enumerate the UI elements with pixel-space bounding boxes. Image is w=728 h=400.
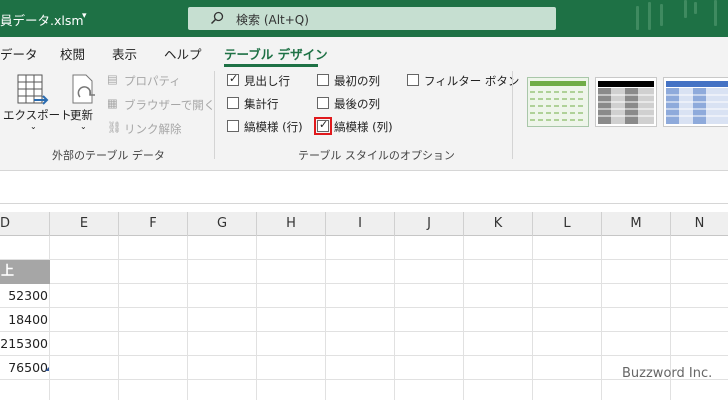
open-in-browser-button[interactable]: ブラウザーで開く bbox=[124, 97, 215, 113]
search-box[interactable]: 検索 (Alt+Q) bbox=[188, 7, 556, 30]
first-column-label: 最初の列 bbox=[334, 74, 380, 88]
properties-icon: ▤ bbox=[107, 72, 118, 86]
search-input[interactable]: 検索 (Alt+Q) bbox=[236, 11, 309, 28]
row-line bbox=[0, 355, 728, 356]
column-header-f[interactable]: F bbox=[119, 212, 188, 236]
decorative-stripe bbox=[648, 2, 651, 30]
header-row-label: 見出し行 bbox=[244, 74, 290, 88]
table-cell[interactable]: 215300 bbox=[0, 332, 48, 356]
total-row-checkbox[interactable] bbox=[227, 97, 239, 109]
column-line bbox=[187, 236, 188, 400]
watermark: Buzzword Inc. bbox=[622, 366, 713, 381]
column-header-m[interactable]: M bbox=[602, 212, 671, 236]
table-style-preview bbox=[530, 81, 586, 121]
column-headers: D E F G H I J K L M N bbox=[0, 212, 728, 236]
check-icon: ✓ bbox=[229, 72, 239, 85]
export-icon bbox=[17, 74, 49, 105]
first-column-checkbox[interactable] bbox=[317, 74, 329, 86]
browser-icon: ▦ bbox=[107, 96, 118, 110]
column-line bbox=[463, 236, 464, 400]
header-row-checkbox[interactable]: ✓ bbox=[227, 72, 239, 86]
row-line bbox=[0, 331, 728, 332]
table-style-black[interactable] bbox=[595, 77, 657, 127]
table-cell[interactable]: 52300 bbox=[0, 284, 48, 308]
ribbon-tabs: データ 校閲 表示 ヘルプ テーブル デザイン bbox=[0, 37, 728, 67]
row-line bbox=[0, 307, 728, 308]
filter-button-checkbox[interactable] bbox=[407, 74, 419, 86]
column-header-k[interactable]: K bbox=[464, 212, 533, 236]
properties-button[interactable]: プロパティ bbox=[124, 73, 181, 89]
row-line bbox=[0, 379, 728, 380]
group-divider bbox=[214, 71, 215, 159]
search-icon bbox=[210, 11, 224, 25]
table-header-cell[interactable]: 上 bbox=[0, 260, 50, 284]
last-column-label: 最後の列 bbox=[334, 97, 380, 111]
column-line bbox=[118, 236, 119, 400]
workbook-title: 員データ.xlsm bbox=[0, 13, 84, 28]
table-resize-handle[interactable] bbox=[45, 367, 49, 371]
unlink-button[interactable]: リンク解除 bbox=[124, 121, 182, 137]
table-style-green[interactable] bbox=[527, 77, 589, 127]
export-button[interactable]: エクスポート ⌄ bbox=[0, 67, 72, 137]
title-chevron-down-icon[interactable]: ▾ bbox=[82, 11, 87, 21]
column-header-e[interactable]: E bbox=[50, 212, 119, 236]
title-bar: 員データ.xlsm ▾ 検索 (Alt+Q) bbox=[0, 0, 728, 37]
column-header-i[interactable]: I bbox=[326, 212, 395, 236]
tab-data[interactable]: データ bbox=[0, 44, 38, 63]
banded-columns-label: 縞模様 (列) bbox=[334, 120, 393, 134]
table-cell[interactable]: 76500 bbox=[0, 356, 48, 380]
column-header-n[interactable]: N bbox=[671, 212, 728, 236]
column-header-g[interactable]: G bbox=[188, 212, 257, 236]
table-style-preview bbox=[666, 81, 728, 124]
formula-bar[interactable] bbox=[0, 172, 728, 204]
last-column-checkbox[interactable] bbox=[317, 97, 329, 109]
column-header-j[interactable]: J bbox=[395, 212, 464, 236]
tab-review[interactable]: 校閲 bbox=[60, 44, 85, 63]
decorative-stripe bbox=[714, 0, 717, 26]
export-label: エクスポート bbox=[3, 108, 72, 122]
row-line bbox=[0, 283, 728, 284]
refresh-button[interactable]: 更新 ⌄ bbox=[66, 67, 102, 137]
highlight-box bbox=[314, 117, 332, 135]
group-label-style-options: テーブル スタイルのオプション bbox=[298, 149, 455, 162]
export-chevron-down-icon: ⌄ bbox=[30, 122, 37, 131]
total-row-label: 集計行 bbox=[244, 97, 279, 111]
group-divider bbox=[512, 71, 513, 159]
column-line bbox=[601, 236, 602, 400]
table-cell[interactable]: 18400 bbox=[0, 308, 48, 332]
tab-table-design[interactable]: テーブル デザイン bbox=[224, 44, 328, 63]
row-line bbox=[0, 259, 728, 260]
column-header-l[interactable]: L bbox=[533, 212, 602, 236]
column-line bbox=[325, 236, 326, 400]
worksheet-grid[interactable]: 上 52300 18400 215300 76500 Buzzword Inc. bbox=[0, 236, 728, 400]
tab-view[interactable]: 表示 bbox=[112, 44, 137, 63]
unlink-icon: ⛓ bbox=[107, 120, 122, 134]
column-line bbox=[394, 236, 395, 400]
group-label-external-data: 外部のテーブル データ bbox=[52, 149, 165, 162]
banded-rows-label: 縞模様 (行) bbox=[244, 120, 303, 134]
banded-rows-checkbox[interactable] bbox=[227, 120, 239, 132]
refresh-label: 更新 bbox=[70, 108, 93, 122]
column-header-h[interactable]: H bbox=[257, 212, 326, 236]
column-header-d[interactable]: D bbox=[0, 212, 50, 236]
decorative-stripe bbox=[660, 4, 663, 26]
refresh-chevron-down-icon: ⌄ bbox=[80, 122, 87, 131]
decorative-stripe bbox=[694, 2, 697, 14]
table-style-blue[interactable] bbox=[663, 77, 728, 127]
ribbon: エクスポート ⌄ 更新 ⌄ ▤ プロパティ ▦ ブラウザーで開く ⛓ リンク解除… bbox=[0, 67, 728, 171]
column-line bbox=[532, 236, 533, 400]
column-line bbox=[256, 236, 257, 400]
table-style-preview bbox=[598, 81, 654, 124]
filter-button-label: フィルター ボタン bbox=[424, 74, 520, 88]
tab-help[interactable]: ヘルプ bbox=[164, 44, 202, 63]
refresh-icon bbox=[72, 74, 95, 104]
decorative-stripe bbox=[684, 0, 687, 18]
decorative-stripe bbox=[636, 6, 639, 30]
